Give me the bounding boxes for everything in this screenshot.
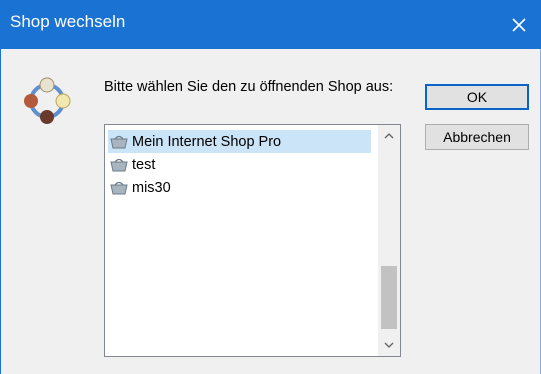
list-item-test[interactable]: test <box>108 153 155 176</box>
scroll-up-button[interactable] <box>378 125 400 147</box>
chevron-down-icon <box>384 342 394 348</box>
shop-icon <box>110 158 128 171</box>
window-border-left <box>0 49 1 374</box>
prompt-text: Bitte wählen Sie den zu öffnenden Shop a… <box>104 79 394 95</box>
shop-switch-dialog: Shop wechseln Bitte wählen Sie den zu öf… <box>0 0 541 374</box>
list-item-label: mis30 <box>132 179 171 196</box>
shop-switch-icon <box>24 77 71 124</box>
list-item-mein-internet-shop-pro[interactable]: Mein Internet Shop Pro <box>108 130 371 153</box>
close-button[interactable] <box>497 0 541 49</box>
vertical-scrollbar[interactable] <box>378 125 400 356</box>
title-bar: Shop wechseln <box>0 0 541 49</box>
chevron-up-icon <box>384 133 394 139</box>
list-item-label: test <box>132 156 156 173</box>
shop-icon <box>110 181 128 194</box>
window-title: Shop wechseln <box>10 12 126 31</box>
scrollbar-thumb[interactable] <box>381 266 397 329</box>
cancel-button[interactable]: Abbrechen <box>425 124 529 150</box>
shop-icon <box>110 135 128 148</box>
shop-list[interactable]: Mein Internet Shop Pro test mis30 <box>104 124 401 357</box>
ok-button[interactable]: OK <box>425 84 529 110</box>
close-icon <box>512 17 526 32</box>
list-item-mis30[interactable]: mis30 <box>108 176 171 199</box>
scroll-down-button[interactable] <box>378 334 400 356</box>
list-item-label: Mein Internet Shop Pro <box>132 133 282 150</box>
